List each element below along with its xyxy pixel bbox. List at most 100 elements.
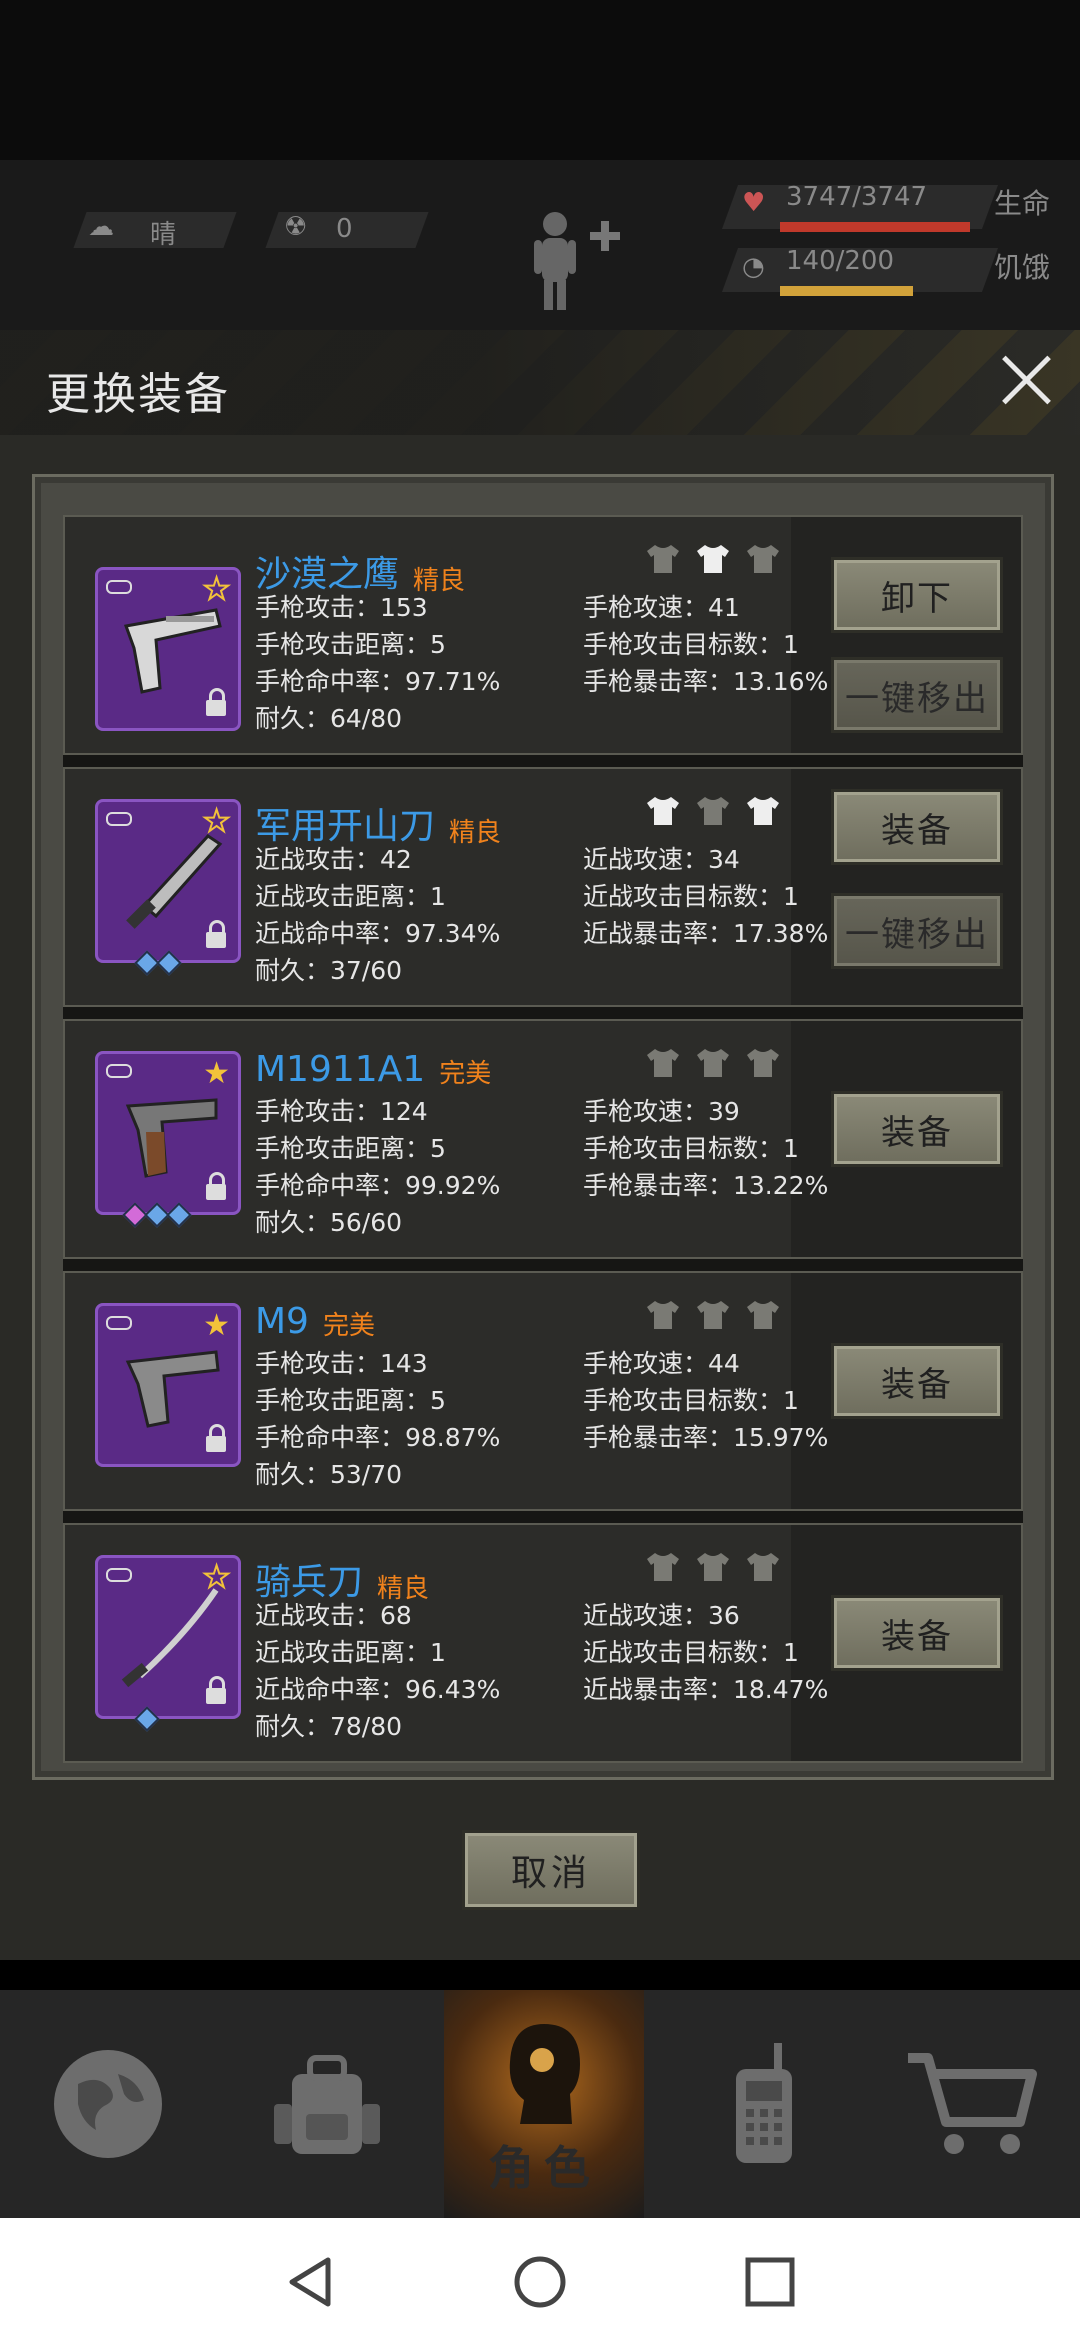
gem-slots [134,950,182,976]
lock-icon [206,920,226,948]
pistol-icon [125,1350,220,1428]
row-separator [63,1007,1023,1019]
nav-character[interactable]: 角色 [444,1990,644,2218]
equip-button[interactable]: 装备 [831,1091,1003,1167]
nav-character-label: 角色 [488,2141,600,2195]
stat-targets: 手枪攻击目标数：1 [583,630,799,659]
stat-accuracy: 手枪命中率：99.92% [255,1171,501,1200]
stat-range: 近战攻击距离：1 [255,882,446,911]
item-quality: 完美 [322,1311,375,1341]
stat-crit: 近战暴击率：17.38% [583,919,829,948]
stat-targets: 手枪攻击目标数：1 [583,1134,799,1163]
stat-speed: 近战攻速：34 [583,845,740,874]
equipment-panel: ★ 沙漠之鹰 精良 手枪攻击：153 手枪攻击距离：5 手枪命中率：97.71%… [32,474,1054,1780]
armor-slots [645,795,781,827]
weapon-thumbnail[interactable]: ★ [95,1555,241,1732]
close-icon[interactable] [996,350,1056,410]
stat-durability: 耐久：37/60 [255,956,403,985]
radiation-icon: ☢ [284,212,308,242]
pistol-icon [125,1098,218,1178]
stat-attack: 手枪攻击：143 [255,1349,428,1378]
remove-all-button[interactable]: 一键移出 [831,893,1003,969]
globe-icon [54,2050,162,2158]
recents-icon[interactable] [742,2254,798,2310]
equipment-row: ★ M9 完美 手枪攻击：143 手枪攻击距离：5 手枪命中率：98.87% 耐… [63,1271,1023,1511]
link-icon [106,1316,132,1330]
modal-title: 更换装备 [46,369,230,420]
modal-header: 更换装备 [0,330,1080,435]
stat-attack: 近战攻击：42 [255,845,412,874]
equipment-row: ★ 军用开山刀 精良 近战攻击：42 近战攻击距离：1 近战命中率：97.34%… [63,767,1023,1007]
nav-radio[interactable] [662,1990,862,2218]
equip-button[interactable]: 装备 [831,789,1003,865]
stat-speed: 手枪攻速：41 [583,593,740,622]
link-icon [106,812,132,826]
lock-icon [206,1424,226,1452]
equipment-row: ★ M1911A1 完美 手枪攻击：124 手枪攻击距离：5 手枪命中率：99.… [63,1019,1023,1259]
stats-right: 近战攻速：34 近战攻击目标数：1 近战暴击率：17.38% [583,841,828,952]
stat-range: 手枪攻击距离：5 [255,1134,446,1163]
shirt-icon [695,1551,731,1583]
stats-right: 手枪攻速：41 手枪攻击目标数：1 手枪暴击率：13.16% [583,589,828,700]
shirt-icon [645,1299,681,1331]
row-separator [63,755,1023,767]
stat-range: 手枪攻击距离：5 [255,630,446,659]
armor-slots [645,1551,781,1583]
shirt-icon [695,795,731,827]
shirt-icon [745,543,781,575]
stat-accuracy: 手枪命中率：97.71% [255,667,501,696]
change-equipment-modal: 更换装备 ★ 沙漠之鹰 精良 手枪攻击：153 手枪攻击距离：5 手枪命中率：9… [0,330,1080,1960]
shirt-icon [645,1551,681,1583]
nav-world[interactable] [8,1990,208,2218]
shirt-icon [645,543,681,575]
stats-left: 近战攻击：68 近战攻击距离：1 近战命中率：96.43% 耐久：78/80 [255,1597,500,1745]
stats-left: 手枪攻击：124 手枪攻击距离：5 手枪命中率：99.92% 耐久：56/60 [255,1093,500,1241]
walkie-talkie-icon [736,2043,792,2163]
cancel-button[interactable]: 取消 [462,1830,640,1910]
item-quality: 完美 [439,1059,492,1089]
shirt-icon [645,1047,681,1079]
weapon-thumbnail[interactable]: ★ [95,567,241,731]
equip-button[interactable]: 装备 [831,1343,1003,1419]
stat-accuracy: 手枪命中率：98.87% [255,1423,501,1452]
hunger-bar [780,286,913,296]
home-icon[interactable] [512,2254,568,2310]
stat-range: 近战攻击距离：1 [255,1638,446,1667]
lock-icon [206,688,226,716]
armor-slots [645,1047,781,1079]
stat-durability: 耐久：78/80 [255,1712,403,1741]
nav-shop[interactable] [872,1990,1072,2218]
stat-durability: 耐久：53/70 [255,1460,403,1489]
unequip-button[interactable]: 卸下 [831,557,1003,633]
equip-button[interactable]: 装备 [831,1595,1003,1671]
row-separator [63,1259,1023,1271]
item-name: M9 [255,1301,309,1342]
bottom-nav: 角色 [0,1990,1080,2218]
armor-slots [645,543,781,575]
link-icon [106,1568,132,1582]
system-nav-bar [0,2218,1080,2340]
stat-range: 手枪攻击距离：5 [255,1386,446,1415]
weapon-thumbnail[interactable]: ★ [95,1303,241,1467]
stat-targets: 近战攻击目标数：1 [583,882,799,911]
remove-all-button[interactable]: 一键移出 [831,657,1003,733]
stat-accuracy: 近战命中率：97.34% [255,919,501,948]
shirt-icon [745,1299,781,1331]
cloud-icon: ☁ [88,212,114,242]
stat-speed: 手枪攻速：39 [583,1097,740,1126]
armor-slots [645,1299,781,1331]
gem-slots [134,1706,160,1732]
nav-backpack[interactable] [226,1990,426,2218]
hp-value: 3747/3747 [786,182,928,212]
stats-left: 手枪攻击：153 手枪攻击距离：5 手枪命中率：97.71% 耐久：64/80 [255,589,500,737]
stomach-icon: ◔ [742,252,765,282]
stats-left: 近战攻击：42 近战攻击距离：1 近战命中率：97.34% 耐久：37/60 [255,841,500,989]
radiation-value: 0 [336,214,353,244]
back-icon[interactable] [282,2254,338,2310]
backpack-icon [274,2055,380,2154]
weapon-thumbnail[interactable]: ★ [95,1051,241,1228]
weapon-thumbnail[interactable]: ★ [95,799,241,976]
hunger-label: 饥饿 [994,251,1051,284]
stat-targets: 近战攻击目标数：1 [583,1638,799,1667]
shirt-icon [695,1047,731,1079]
